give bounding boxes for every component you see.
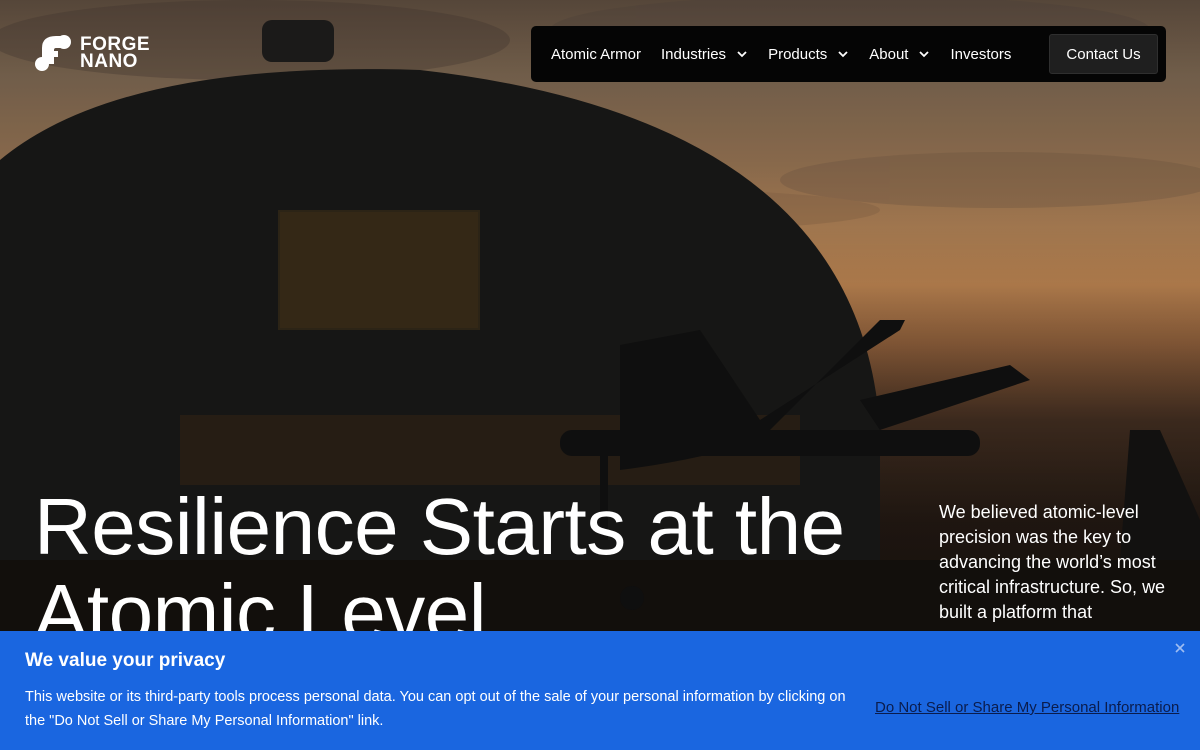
nav-item-label: Investors [950, 45, 1012, 63]
nav-item-atomic-armor[interactable]: Atomic Armor [551, 46, 641, 63]
close-icon [1175, 643, 1185, 653]
nav-item-investors[interactable]: Investors [950, 46, 1011, 63]
chevron-down-icon [919, 51, 930, 58]
cookie-consent-banner: We value your privacy This website or it… [0, 631, 1200, 750]
do-not-sell-link[interactable]: Do Not Sell or Share My Personal Informa… [875, 699, 1179, 716]
cookie-close-button[interactable] [1172, 640, 1188, 656]
nav-item-industries[interactable]: Industries [661, 46, 748, 63]
nav-item-about[interactable]: About [869, 46, 930, 63]
nav-item-label: Industries [661, 45, 727, 63]
main-nav: Atomic Armor Industries Products About I… [531, 26, 1166, 82]
cookie-banner-title: We value your privacy [25, 650, 226, 671]
contact-us-button[interactable]: Contact Us [1049, 34, 1158, 74]
brand-wordmark: FORGE NANO [80, 35, 150, 72]
chevron-down-icon [838, 51, 848, 58]
hero-section: FORGE NANO Atomic Armor Industries Produ… [0, 0, 1200, 750]
nav-item-label: Atomic Armor [551, 45, 642, 63]
brand-name-line2: NANO [80, 51, 138, 72]
nav-item-label: About [869, 45, 909, 63]
chevron-down-icon [737, 51, 747, 58]
forge-nano-mark-icon [35, 35, 71, 71]
hero-side-copy: We believed atomic-level precision was t… [939, 502, 1166, 622]
cookie-banner-text: This website or its third-party tools pr… [25, 689, 846, 729]
nav-item-label: Products [768, 45, 828, 63]
brand-logo[interactable]: FORGE NANO [34, 34, 150, 72]
nav-item-products[interactable]: Products [768, 46, 849, 63]
